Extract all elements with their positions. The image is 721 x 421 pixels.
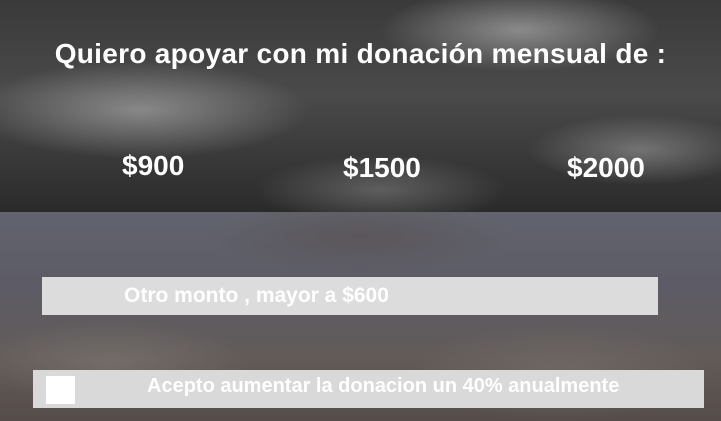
page-title: Quiero apoyar con mi donación mensual de… xyxy=(54,38,667,69)
annual-increase-label: Acepto aumentar la donacion un 40% anual… xyxy=(147,375,620,397)
amount-option-900[interactable]: $900 xyxy=(122,150,184,182)
annual-increase-row: Acepto aumentar la donacion un 40% anual… xyxy=(33,370,704,408)
other-amount-input[interactable] xyxy=(42,277,658,315)
annual-increase-checkbox[interactable] xyxy=(46,376,75,404)
amount-option-1500[interactable]: $1500 xyxy=(343,152,421,184)
amount-option-2000[interactable]: $2000 xyxy=(567,152,645,184)
